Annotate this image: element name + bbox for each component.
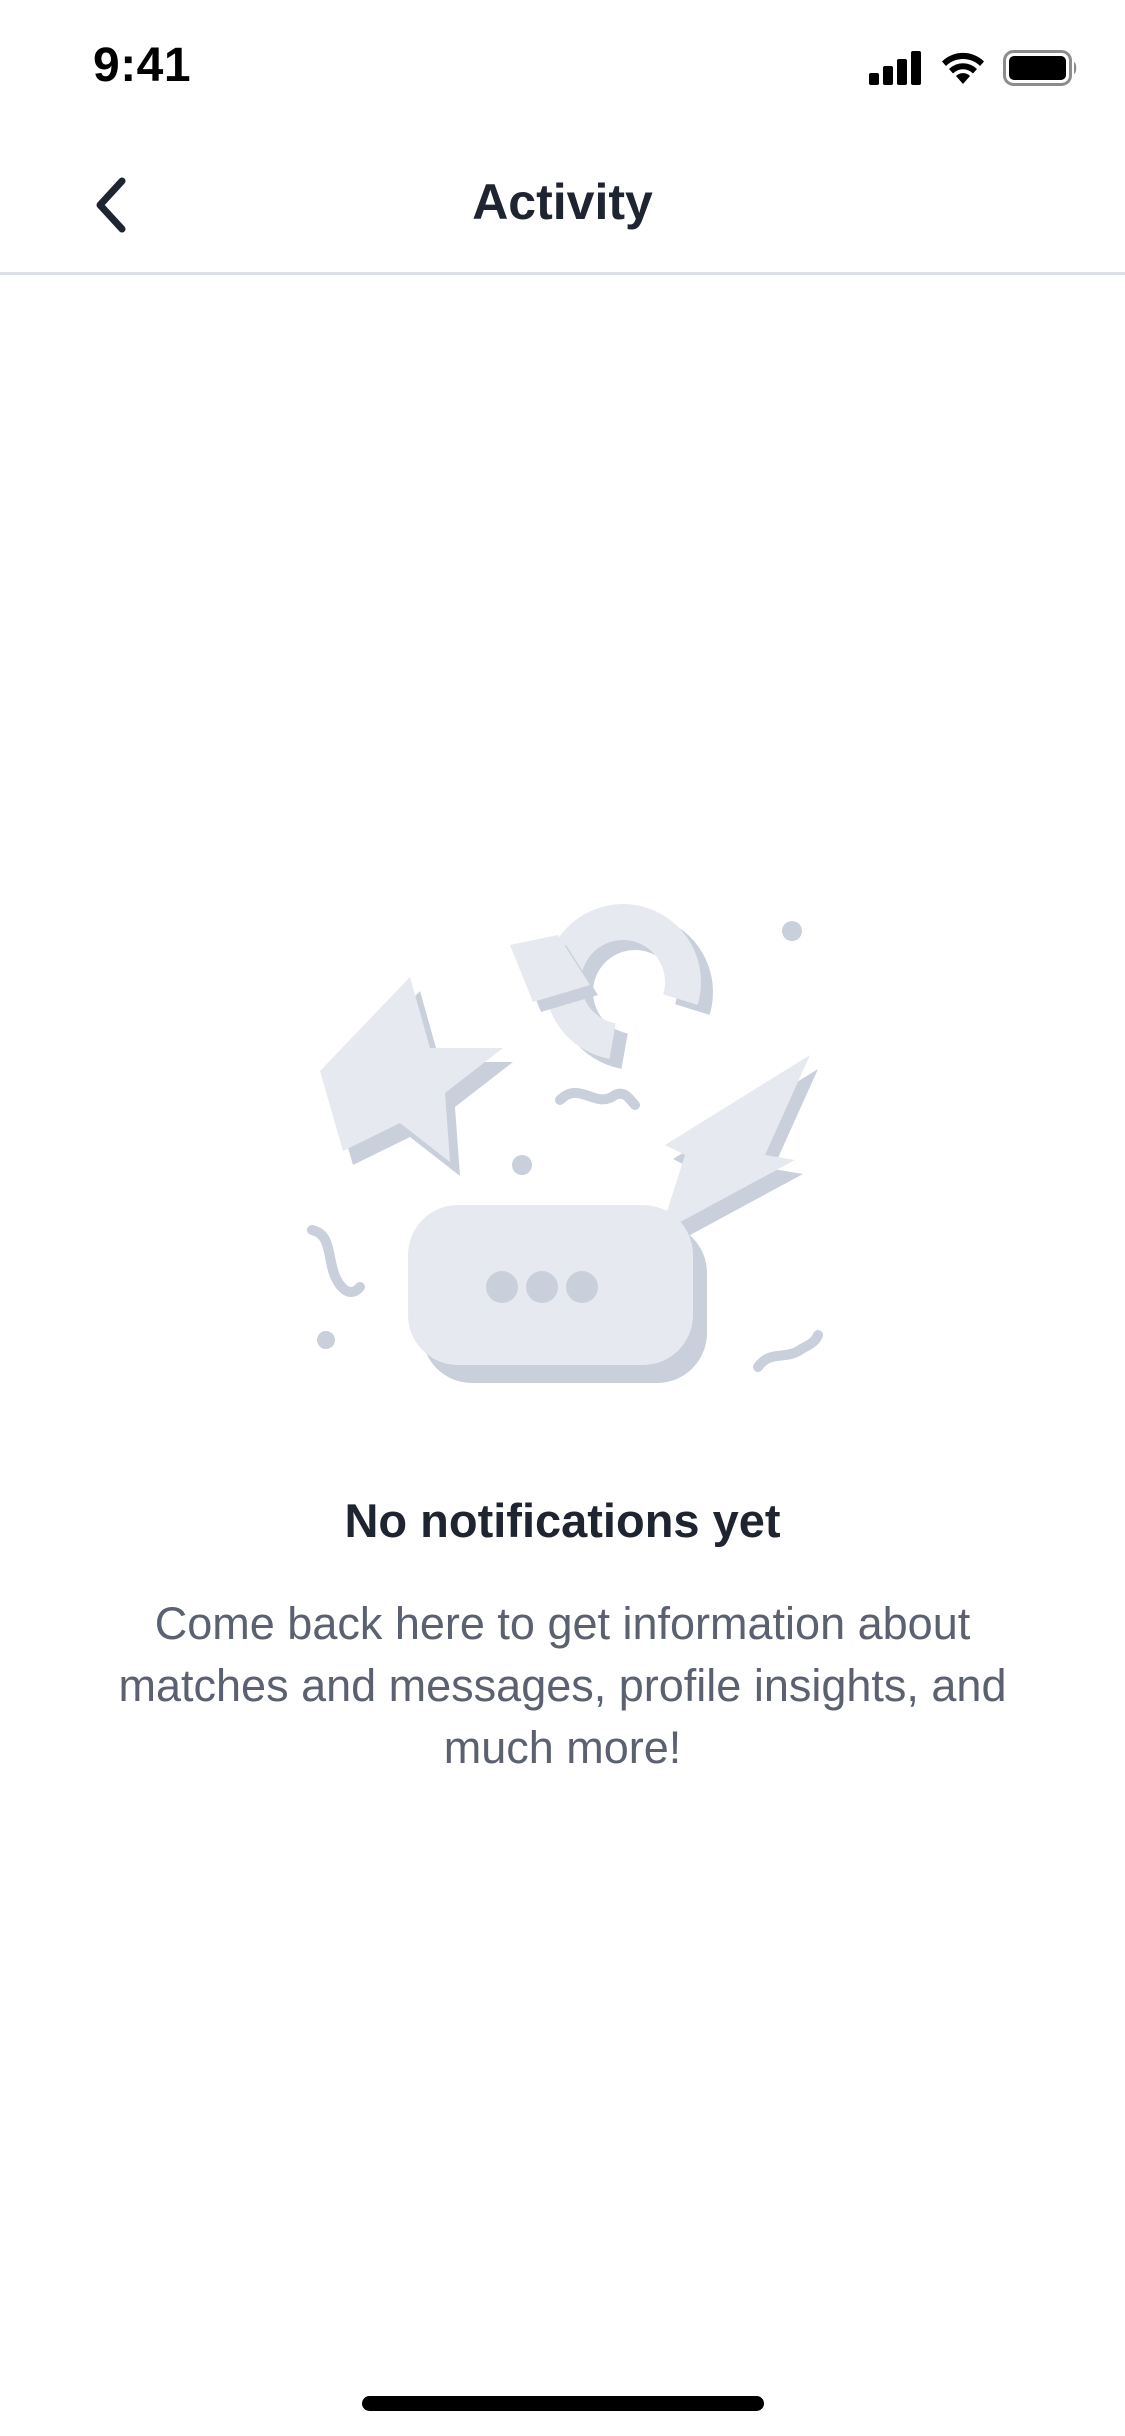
confetti-squiggle <box>307 1225 365 1297</box>
confetti-squiggle <box>753 1330 823 1372</box>
cellular-signal-icon <box>869 51 921 85</box>
star-shape <box>320 977 513 1176</box>
lightning-bolt-shape <box>660 1055 818 1247</box>
chat-bubble-shape <box>408 1205 707 1383</box>
notification-confetti-illustration <box>307 904 823 1383</box>
refresh-arrow-shape <box>510 904 713 1070</box>
nav-bar: Activity <box>0 135 1125 275</box>
status-time: 9:41 <box>93 39 192 92</box>
status-icons <box>869 48 1079 88</box>
confetti-dot <box>317 1331 335 1349</box>
page-title: Activity <box>472 174 653 230</box>
confetti-squiggle <box>555 1087 640 1110</box>
battery-icon <box>1003 50 1077 86</box>
confetti-dot <box>782 921 802 941</box>
empty-state-title: No notifications yet <box>344 1494 781 1547</box>
confetti-dot <box>512 1155 532 1175</box>
wifi-icon <box>942 52 984 84</box>
home-indicator[interactable] <box>362 2396 764 2411</box>
empty-state-description: Come back here to get information about … <box>118 1598 1007 1773</box>
status-bar: 9:41 <box>0 0 1125 135</box>
